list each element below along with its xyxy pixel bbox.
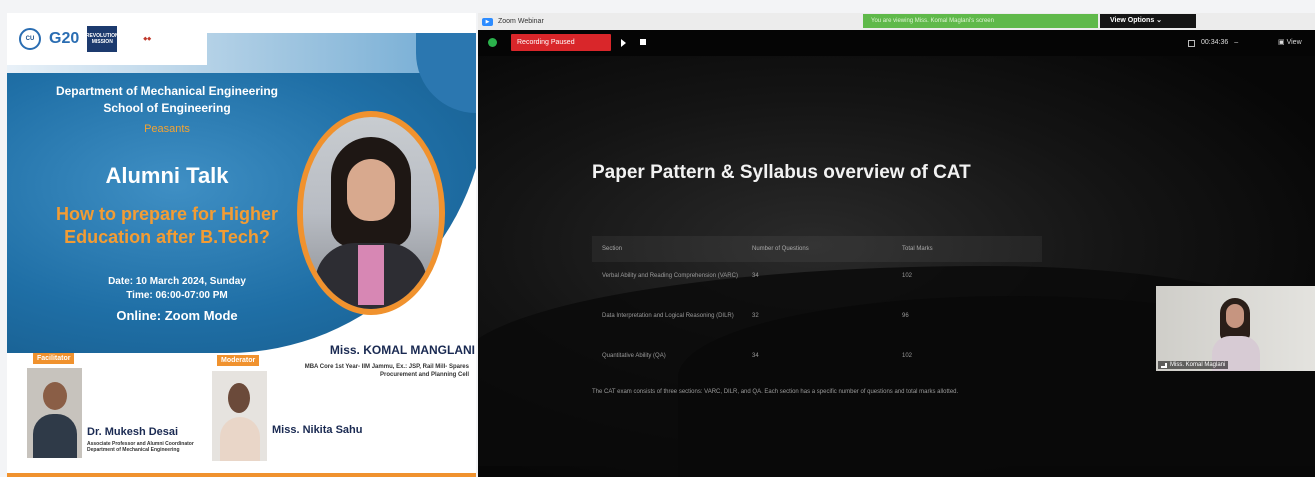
chevron-down-icon: ⌄ (1156, 17, 1163, 24)
participant-name-label: Miss. Komal Maglani (1158, 361, 1229, 369)
slide-note: The CAT exam consists of three sections:… (592, 389, 959, 395)
slide-title: Paper Pattern & Syllabus overview of CAT (592, 162, 971, 183)
minimize-icon[interactable]: – (1234, 36, 1238, 50)
signal-icon (1161, 362, 1167, 368)
shield-icon[interactable] (488, 38, 497, 47)
window-title: Zoom Webinar (498, 18, 544, 25)
event-poster: CU G20 REVOLUTION MISSION ◆◆ Department … (7, 13, 476, 477)
event-info: Date: 10 March 2024, Sunday Time: 06:00-… (77, 275, 277, 323)
view-options-button[interactable]: View Options ⌄ (1100, 14, 1196, 28)
resume-recording-icon[interactable] (621, 39, 626, 47)
talk-subtitle: How to prepare for Higher Education afte… (55, 204, 279, 247)
cu-logo: CU (19, 28, 41, 50)
event-time: Time: 06:00-07:00 PM (126, 290, 228, 301)
table-row: Verbal Ability and Reading Comprehension… (602, 273, 913, 279)
meeting-timer: 00:34:36 – (1188, 36, 1278, 50)
speaker-name: Miss. KOMAL MANGLANI (329, 343, 475, 357)
speaker-photo (303, 117, 439, 309)
presents-label: Peasants (144, 123, 190, 135)
zoom-app-icon: ▶ (482, 17, 493, 26)
table-row: Quantitative Ability (QA) 34 102 (602, 353, 913, 359)
cat-pattern-table: Section Number of Questions Total Marks … (592, 236, 1042, 382)
participant-video-tile[interactable]: Miss. Komal Maglani (1156, 286, 1315, 371)
screen: CU G20 REVOLUTION MISSION ◆◆ Department … (0, 0, 1315, 477)
talk-title: Alumni Talk (105, 163, 229, 188)
department-heading: Department of Mechanical Engineering Sch… (55, 84, 279, 115)
view-button[interactable]: ▣ View (1278, 36, 1302, 50)
table-row: Data Interpretation and Logical Reasonin… (602, 313, 909, 319)
zoom-window: ▶ Zoom Webinar You are viewing Miss. Kom… (478, 13, 1315, 477)
facilitator-tag: Facilitator (33, 353, 75, 364)
logo-strip: CU G20 REVOLUTION MISSION ◆◆ (7, 13, 207, 65)
facilitator-name: Dr. Mukesh Desai (87, 426, 179, 438)
table-header: Section Number of Questions Total Marks (592, 236, 1042, 262)
screen-share-banner: You are viewing Miss. Komal Maglani's sc… (863, 14, 1098, 28)
moderator-name: Miss. Nikita Sahu (272, 424, 363, 436)
shared-slide: Paper Pattern & Syllabus overview of CAT… (478, 56, 1315, 477)
speaker-description: MBA Core 1st Year- IIM Jammu, Ex.: JSP, … (304, 364, 469, 378)
speaker-photo-frame (297, 111, 445, 315)
revolution-logo: REVOLUTION MISSION (86, 26, 119, 52)
stop-recording-icon[interactable] (640, 39, 646, 45)
event-date: Date: 10 March 2024, Sunday (108, 276, 246, 287)
meeting-control-bar: Recording Paused 00:34:36 – ▣ View (478, 30, 1315, 56)
event-mode: Online: Zoom Mode (116, 308, 238, 323)
facilitator-photo (27, 368, 82, 458)
recording-status-button[interactable]: Recording Paused (511, 34, 611, 51)
facilitator-description: Associate Professor and Alumni Coordinat… (87, 441, 194, 453)
moderator-tag: Moderator (217, 355, 260, 366)
ribbon-logo: ◆◆ (143, 36, 152, 42)
grid-icon[interactable] (1188, 39, 1195, 47)
view-icon: ▣ (1278, 39, 1285, 46)
g20-logo: G20 (49, 30, 80, 47)
moderator-photo (212, 371, 267, 461)
